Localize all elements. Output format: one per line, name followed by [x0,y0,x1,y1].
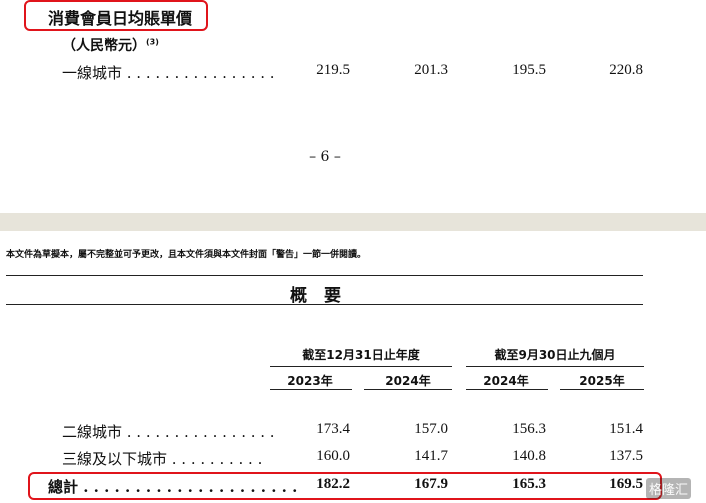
row-tier1-value-2023: 219.5 [316,62,350,78]
section-title: 消費會員日均賬單價 [48,9,193,28]
group-header-annual-rule [270,366,452,367]
row-total-value-2024-9m: 165.3 [512,476,546,492]
row-tier2-value-2024: 157.0 [414,421,448,437]
row-tier1-value-2025-9m: 220.8 [609,62,643,78]
year-header-2025-9m: 2025年 [579,374,625,388]
row-tier1-value-2024-9m: 195.5 [512,62,546,78]
year-header-2025-9m-rule [560,389,644,390]
group-header-nine-months-rule [466,366,644,367]
page-gutter [0,213,706,231]
year-header-2024-9m: 2024年 [483,374,529,388]
draft-disclaimer: 本文件為草擬本，屬不完整並可予更改，且本文件須與本文件封面「警告」一節一併閱讀。 [6,250,367,260]
row-total-value-2024: 167.9 [414,476,448,492]
row-total-label: 總計 . . . . . . . . . . . . . . . . . . .… [48,478,298,496]
row-tier3-label: 三線及以下城市 . . . . . . . . . . [62,450,263,468]
row-tier3-value-2025-9m: 137.5 [609,448,643,464]
row-tier2-value-2023: 173.4 [316,421,350,437]
watermark-text: 格隆汇 [649,483,689,498]
row-total-value-2023: 182.2 [316,476,350,492]
row-tier2-label: 二線城市 . . . . . . . . . . . . . . . . [62,423,275,441]
footnote-marker: (3) [146,37,159,47]
year-header-2024-9m-rule [466,389,548,390]
row-tier1-label: 一線城市 . . . . . . . . . . . . . . . . [62,64,275,82]
row-tier2-value-2025-9m: 151.4 [609,421,643,437]
year-header-2024-rule [364,389,452,390]
page-bottom: 本文件為草擬本，屬不完整並可予更改，且本文件須與本文件封面「警告」一節一併閱讀。… [0,231,706,503]
unit-label: （人民幣元）(3) [62,35,159,55]
row-tier3-value-2024: 141.7 [414,448,448,464]
group-header-annual: 截至12月31日止年度 [302,348,420,362]
page-top: 消費會員日均賬單價 （人民幣元）(3) 一線城市 . . . . . . . .… [0,0,706,213]
year-header-2023-rule [270,389,352,390]
year-header-2024: 2024年 [385,374,431,388]
row-tier3-value-2024-9m: 140.8 [512,448,546,464]
unit-label-text: （人民幣元） [62,38,146,54]
year-header-2023: 2023年 [287,374,333,388]
heading-bottom-rule [6,304,643,305]
row-total-value-2025-9m: 169.5 [609,476,643,492]
row-tier3-value-2023: 160.0 [316,448,350,464]
page-number: – 6 – [309,149,341,165]
row-tier2-value-2024-9m: 156.3 [512,421,546,437]
group-header-nine-months: 截至9月30日止九個月 [494,348,616,362]
heading-top-rule [6,275,643,276]
section-heading: 概 要 [290,286,341,306]
watermark-logo: 格隆汇 [646,478,692,499]
row-tier1-value-2024: 201.3 [414,62,448,78]
